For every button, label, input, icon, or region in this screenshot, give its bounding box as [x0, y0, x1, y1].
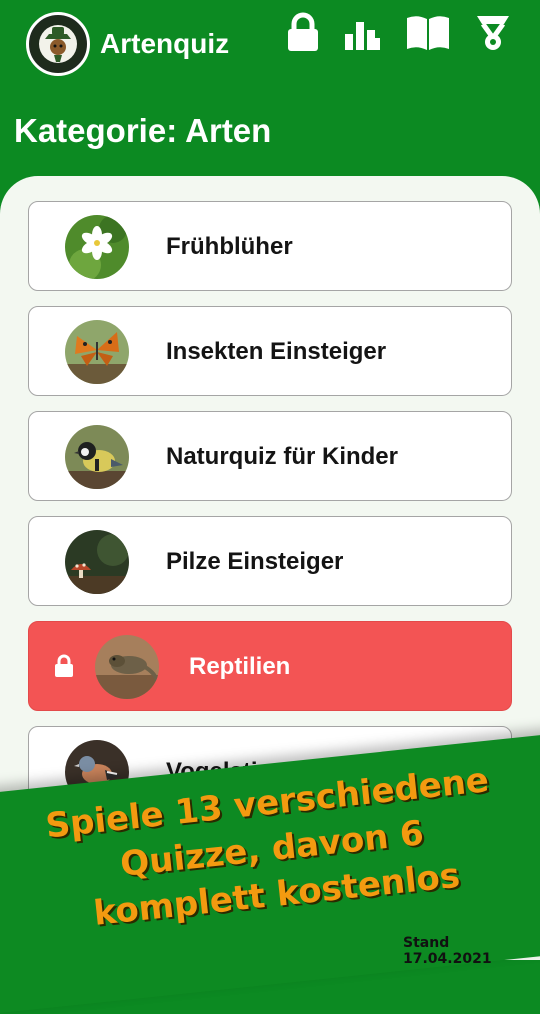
butterfly-thumbnail: [65, 320, 129, 384]
stand-date: Stand 17.04.2021: [403, 935, 492, 967]
category-label: Insekten Einsteiger: [166, 338, 387, 365]
category-label: Frühblüher: [166, 233, 293, 260]
category-card-reptilien-locked[interactable]: Reptilien: [28, 621, 512, 711]
lock-icon: [55, 654, 73, 677]
trophy-icon[interactable]: [473, 12, 513, 52]
category-card-pilze[interactable]: Pilze Einsteiger: [28, 516, 512, 606]
book-icon[interactable]: [405, 12, 451, 52]
flower-thumbnail: [65, 215, 129, 279]
bird-thumbnail: [65, 425, 129, 489]
regio-ranger-logo: [26, 12, 90, 76]
category-card-fruehblueher[interactable]: Frühblüher: [28, 201, 512, 291]
lizard-thumbnail: [95, 635, 159, 699]
lock-icon[interactable]: [283, 12, 323, 52]
category-label: Pilze Einsteiger: [166, 548, 344, 575]
category-card-naturquiz-kinder[interactable]: Naturquiz für Kinder: [28, 411, 512, 501]
app-header: Artenquiz: [0, 0, 540, 90]
category-label: Reptilien: [189, 653, 291, 680]
bar-chart-icon[interactable]: [342, 12, 382, 52]
category-label: Naturquiz für Kinder: [166, 443, 398, 470]
app-title: Artenquiz: [100, 28, 230, 59]
page-title: Kategorie: Arten: [14, 112, 272, 149]
category-card-insekten[interactable]: Insekten Einsteiger: [28, 306, 512, 396]
mushroom-thumbnail: [65, 530, 129, 594]
